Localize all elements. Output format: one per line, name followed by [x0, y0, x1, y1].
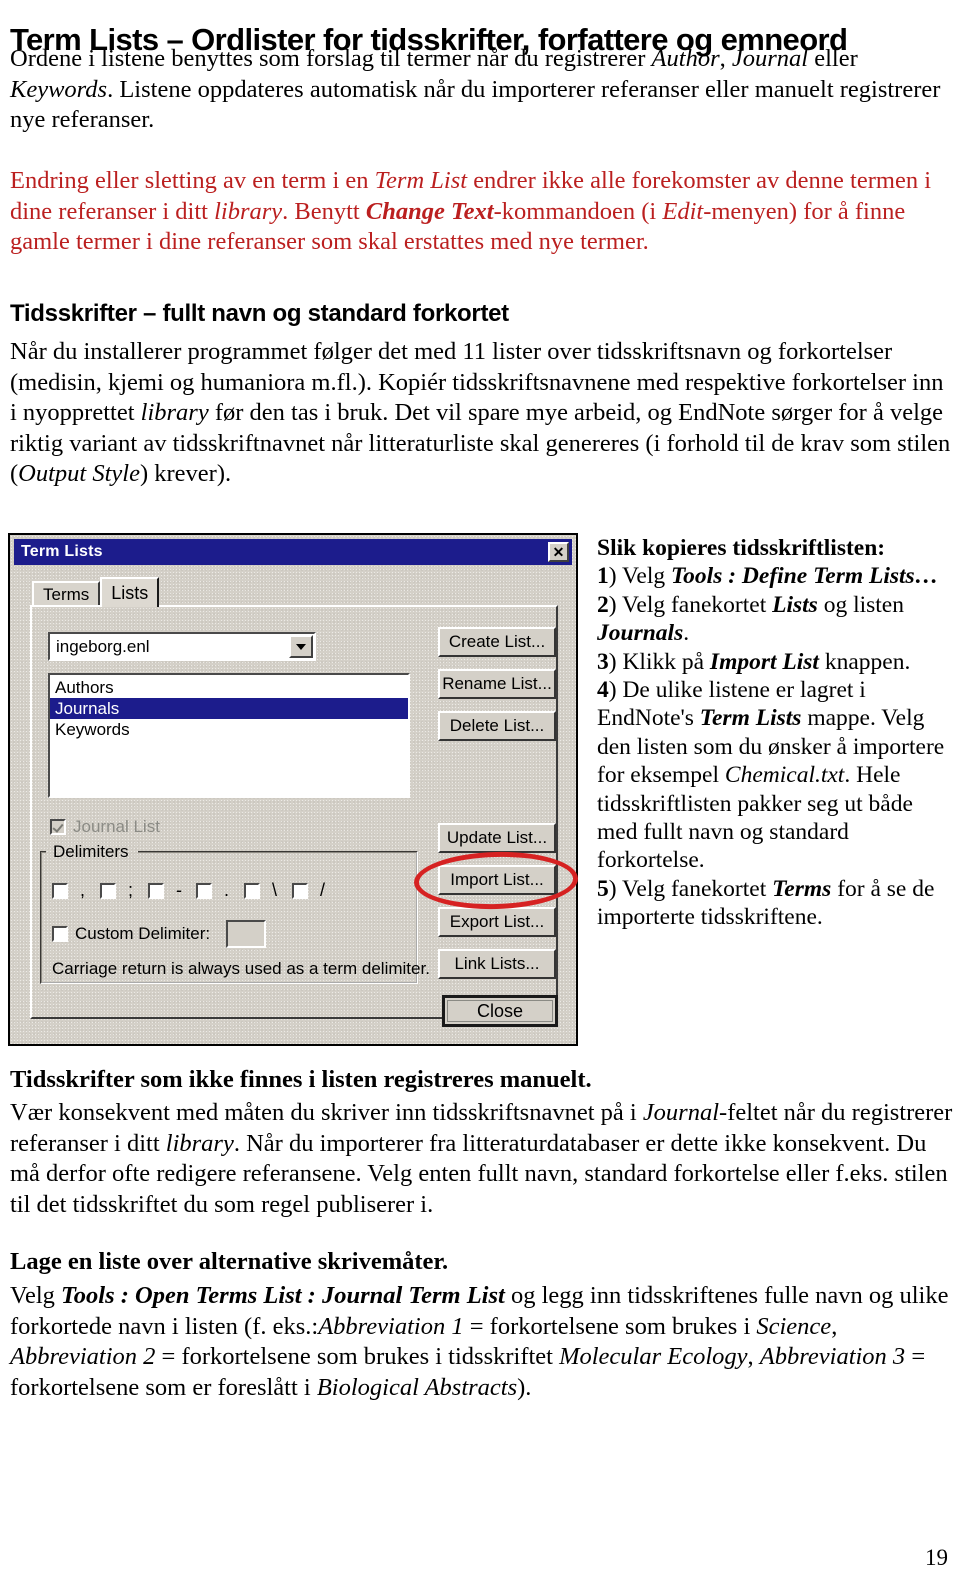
dialog-titlebar: Term Lists ✕: [14, 539, 572, 565]
close-icon[interactable]: ✕: [548, 542, 569, 562]
checkbox-icon: [100, 882, 116, 899]
delimiter-comma[interactable]: ,: [52, 880, 88, 901]
chevron-down-icon[interactable]: [289, 635, 313, 658]
document-page: Term Lists – Ordlister for tidsskrifter,…: [0, 0, 960, 1579]
import-list-button[interactable]: Import List...: [438, 865, 556, 895]
intro-paragraph: Ordene i listene benyttes som forslag ti…: [10, 45, 941, 133]
delimiter-symbol: -: [176, 880, 182, 900]
delimiter-symbol: ;: [128, 880, 134, 900]
delimiters-row: , ; - . \ /: [52, 880, 340, 901]
page-number: 19: [925, 1545, 948, 1570]
delimiter-period[interactable]: .: [196, 880, 232, 901]
delimiter-symbol: /: [320, 880, 326, 900]
custom-delimiter-input[interactable]: [226, 920, 267, 948]
list-item[interactable]: Journals: [50, 698, 408, 719]
term-lists-dialog: Term Lists ✕ Terms Lists ingeborg.enl Au…: [8, 533, 579, 1046]
term-lists-listbox[interactable]: Authors Journals Keywords: [48, 673, 410, 798]
tab-lists[interactable]: Lists: [100, 577, 160, 607]
create-list-button[interactable]: Create List...: [438, 627, 556, 657]
journal-list-label: Journal List: [73, 817, 160, 836]
delimiters-legend: Delimiters: [53, 842, 129, 861]
checkbox-icon: [244, 882, 260, 899]
checkbox-icon[interactable]: [52, 926, 68, 942]
library-select[interactable]: ingeborg.enl: [48, 632, 316, 661]
section-heading-manual: Tidsskrifter som ikke finnes i listen re…: [10, 1066, 592, 1093]
rename-list-button[interactable]: Rename List...: [438, 669, 556, 699]
list-item[interactable]: Keywords: [50, 719, 408, 740]
journal-list-checkbox[interactable]: Journal List: [50, 817, 160, 837]
delimiter-symbol: \: [272, 880, 278, 900]
delimiter-symbol: ,: [80, 880, 86, 900]
link-lists-button[interactable]: Link Lists...: [438, 949, 556, 979]
delete-list-button[interactable]: Delete List...: [438, 711, 556, 741]
dialog-title: Term Lists: [21, 543, 103, 560]
delimiter-backslash[interactable]: \: [244, 880, 280, 901]
export-list-button[interactable]: Export List...: [438, 907, 556, 937]
custom-delimiter-label: Custom Delimiter:: [75, 924, 211, 943]
delimiter-hyphen[interactable]: -: [148, 880, 184, 901]
section-body-alternatives: Velg Tools : Open Terms List : Journal T…: [10, 1282, 949, 1401]
section-heading-alternatives: Lage en liste over alternative skrivemåt…: [10, 1248, 449, 1275]
checkbox-icon: [196, 882, 212, 899]
update-list-button[interactable]: Update List...: [438, 823, 556, 853]
section-heading-journals: Tidsskrifter – fullt navn og standard fo…: [10, 300, 509, 327]
library-select-value: ingeborg.enl: [56, 636, 150, 656]
dialog-tabstrip: Terms Lists: [32, 577, 182, 607]
checkbox-icon: [148, 882, 164, 899]
close-button[interactable]: Close: [442, 995, 558, 1027]
instructions-block: Slik kopieres tidsskriftlisten: 1) Velg …: [597, 534, 949, 932]
section-body-journals: Når du installerer programmet følger det…: [10, 338, 951, 487]
checkbox-icon: [52, 882, 68, 899]
section-body-manual: Vær konsekvent med måten du skriver inn …: [10, 1099, 953, 1218]
instructions-heading: Slik kopieres tidsskriftlisten:: [597, 535, 886, 561]
instructions-steps: 1) Velg Tools : Define Term Lists… 2) Vel…: [597, 563, 945, 931]
warning-paragraph: Endring eller sletting av en term i en T…: [10, 167, 931, 255]
delimiter-slash[interactable]: /: [292, 880, 328, 901]
list-item[interactable]: Authors: [50, 677, 408, 698]
checkbox-icon: [50, 819, 66, 835]
delimiter-symbol: .: [224, 880, 230, 900]
checkbox-icon: [292, 882, 308, 899]
carriage-return-note: Carriage return is always used as a term…: [52, 959, 430, 978]
delimiter-semicolon[interactable]: ;: [100, 880, 136, 901]
custom-delimiter-row: Custom Delimiter:: [52, 920, 267, 948]
tab-terms[interactable]: Terms: [32, 581, 101, 607]
